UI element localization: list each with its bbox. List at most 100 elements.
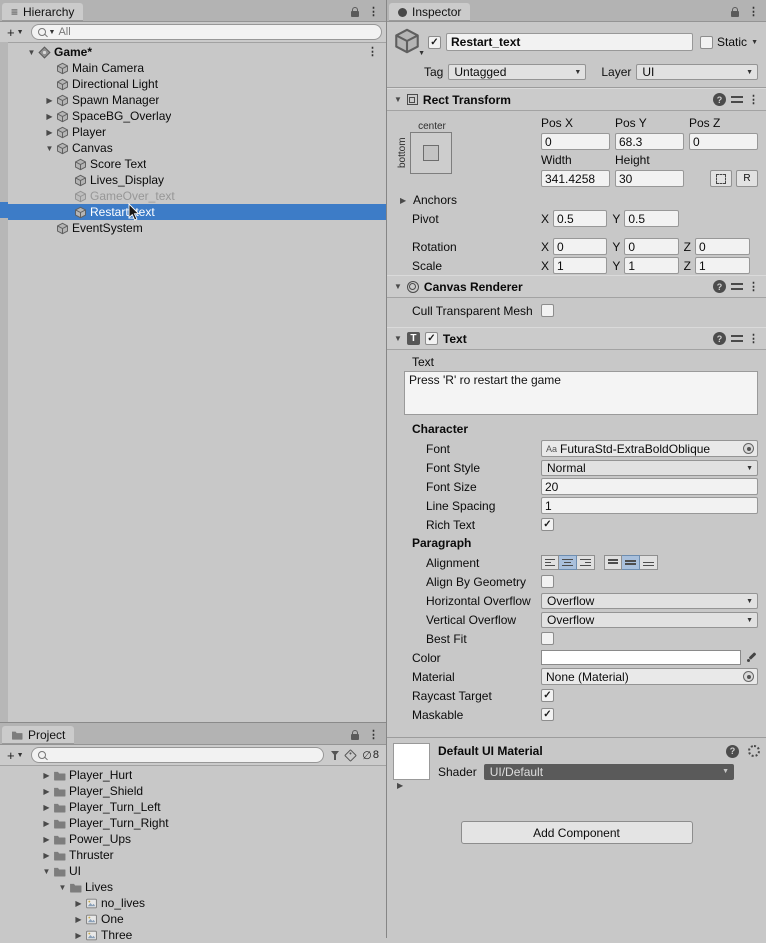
tab-project[interactable]: Project xyxy=(2,726,75,744)
scene-options-icon[interactable]: ⋮ xyxy=(367,47,378,58)
align-by-geometry-checkbox[interactable] xyxy=(541,575,554,588)
static-dropdown[interactable]: Static ▼ xyxy=(698,35,760,49)
hierarchy-item-eventsystem[interactable]: EventSystem xyxy=(8,220,386,236)
hierarchy-item-directional-light[interactable]: Directional Light xyxy=(8,76,386,92)
search-filter-caret-icon[interactable]: ▼ xyxy=(49,29,56,36)
project-item-lives[interactable]: ▼ Lives xyxy=(0,879,386,895)
hidden-count-badge[interactable]: ∅ 8 xyxy=(362,749,379,762)
width-field[interactable]: 341.4258 xyxy=(541,170,610,187)
hierarchy-item-lives-display[interactable]: Lives_Display xyxy=(8,172,386,188)
foldout-closed-icon[interactable]: ▶ xyxy=(40,803,53,812)
foldout-closed-icon[interactable]: ▶ xyxy=(72,915,85,924)
project-item-player-turn-right[interactable]: ▶ Player_Turn_Right xyxy=(0,815,386,831)
align-top-button[interactable] xyxy=(604,555,622,570)
foldout-closed-icon[interactable]: ▶ xyxy=(40,835,53,844)
add-component-button[interactable]: Add Component xyxy=(460,821,693,844)
horizontal-overflow-dropdown[interactable]: Overflow xyxy=(541,592,758,609)
pos-x-field[interactable]: 0 xyxy=(541,133,610,150)
project-item-no-lives[interactable]: ▶ no_lives xyxy=(0,895,386,911)
vertical-overflow-dropdown[interactable]: Overflow xyxy=(541,611,758,628)
project-item-player-shield[interactable]: ▶ Player_Shield xyxy=(0,783,386,799)
hierarchy-item-player[interactable]: ▶ Player xyxy=(8,124,386,140)
lock-icon[interactable] xyxy=(351,730,359,740)
font-style-dropdown[interactable]: Normal xyxy=(541,459,758,476)
rotation-y-field[interactable]: 0 xyxy=(624,238,679,255)
align-right-button[interactable] xyxy=(577,555,595,570)
hierarchy-item-game[interactable]: ▼ Game* ⋮ xyxy=(8,44,386,60)
active-checkbox[interactable] xyxy=(428,35,441,49)
font-object-field[interactable]: Aa FuturaStd-ExtraBoldOblique xyxy=(541,440,758,457)
blueprint-mode-button[interactable] xyxy=(710,170,732,187)
foldout-open-icon[interactable]: ▼ xyxy=(40,867,53,876)
name-input[interactable]: Restart_text xyxy=(446,33,694,51)
font-size-field[interactable]: 20 xyxy=(541,478,758,495)
component-options-icon[interactable]: ⋮ xyxy=(748,333,759,344)
maskable-checkbox[interactable] xyxy=(541,708,554,721)
raw-edit-mode-button[interactable]: R xyxy=(736,170,758,187)
align-middle-button[interactable] xyxy=(622,555,640,570)
help-icon[interactable]: ? xyxy=(726,744,739,758)
align-left-button[interactable] xyxy=(541,555,559,570)
hierarchy-item-spawn-manager[interactable]: ▶ Spawn Manager xyxy=(8,92,386,108)
rect-transform-header[interactable]: ▼ Rect Transform ? ⋮ xyxy=(387,88,766,111)
hierarchy-item-canvas[interactable]: ▼ Canvas xyxy=(8,140,386,156)
material-object-field[interactable]: None (Material) xyxy=(541,668,758,685)
foldout-closed-icon[interactable]: ▶ xyxy=(43,128,56,137)
create-object-button[interactable]: + ▼ xyxy=(4,25,27,40)
rotation-x-field[interactable]: 0 xyxy=(553,238,608,255)
foldout-closed-icon[interactable]: ▶ xyxy=(72,931,85,940)
lock-icon[interactable] xyxy=(731,7,739,17)
hierarchy-item-score-text[interactable]: Score Text xyxy=(8,156,386,172)
foldout-closed-icon[interactable]: ▶ xyxy=(40,787,53,796)
foldout-closed-icon[interactable]: ▶ xyxy=(43,112,56,121)
raycast-target-checkbox[interactable] xyxy=(541,689,554,702)
cull-transparent-mesh-checkbox[interactable] xyxy=(541,304,554,317)
project-item-thruster[interactable]: ▶ Thruster xyxy=(0,847,386,863)
search-by-label-icon[interactable] xyxy=(344,748,358,762)
line-spacing-field[interactable]: 1 xyxy=(541,497,758,514)
foldout-open-icon[interactable]: ▼ xyxy=(394,334,402,343)
project-item-power-ups[interactable]: ▶ Power_Ups xyxy=(0,831,386,847)
help-icon[interactable]: ? xyxy=(713,332,726,345)
height-field[interactable]: 30 xyxy=(615,170,684,187)
create-asset-button[interactable]: + ▼ xyxy=(4,748,27,763)
panel-options-icon[interactable]: ⋮ xyxy=(368,730,379,741)
pivot-y-field[interactable]: 0.5 xyxy=(624,210,679,227)
presets-icon[interactable] xyxy=(731,95,743,104)
foldout-closed-icon[interactable]: ▶ xyxy=(40,819,53,828)
component-enabled-checkbox[interactable] xyxy=(424,332,438,345)
scale-z-field[interactable]: 1 xyxy=(695,257,750,274)
tab-inspector[interactable]: Inspector xyxy=(389,3,471,21)
project-search-input[interactable] xyxy=(30,747,325,763)
object-picker-icon[interactable] xyxy=(743,671,754,682)
tag-dropdown[interactable]: Untagged xyxy=(448,64,587,80)
foldout-open-icon[interactable]: ▼ xyxy=(25,48,38,57)
text-value-textarea[interactable]: Press 'R' ro restart the game xyxy=(404,371,758,415)
project-item-ui[interactable]: ▼ UI xyxy=(0,863,386,879)
text-component-header[interactable]: ▼ Text ? ⋮ xyxy=(387,327,766,350)
align-bottom-button[interactable] xyxy=(640,555,658,570)
panel-options-icon[interactable]: ⋮ xyxy=(748,7,759,18)
project-item-one[interactable]: ▶ One xyxy=(0,911,386,927)
eyedropper-icon[interactable] xyxy=(745,651,758,664)
pos-z-field[interactable]: 0 xyxy=(689,133,758,150)
hierarchy-item-spacebg-overlay[interactable]: ▶ SpaceBG_Overlay xyxy=(8,108,386,124)
material-foldout[interactable]: ▶ xyxy=(393,780,760,791)
component-options-icon[interactable]: ⋮ xyxy=(748,281,759,292)
anchors-foldout[interactable]: ▶ Anchors xyxy=(387,191,758,209)
align-center-button[interactable] xyxy=(559,555,577,570)
hierarchy-item-main-camera[interactable]: Main Camera xyxy=(8,60,386,76)
foldout-open-icon[interactable]: ▼ xyxy=(56,883,69,892)
gameobject-icon-selector[interactable]: ▼ xyxy=(393,27,425,57)
object-picker-icon[interactable] xyxy=(743,443,754,454)
component-options-icon[interactable]: ⋮ xyxy=(748,94,759,105)
hierarchy-item-restart-text[interactable]: Restart_text xyxy=(8,204,386,220)
foldout-open-icon[interactable]: ▼ xyxy=(394,95,402,104)
hierarchy-item-gameover-text[interactable]: GameOver_text xyxy=(8,188,386,204)
help-icon[interactable]: ? xyxy=(713,280,726,293)
foldout-closed-icon[interactable]: ▶ xyxy=(40,851,53,860)
help-icon[interactable]: ? xyxy=(713,93,726,106)
scale-x-field[interactable]: 1 xyxy=(553,257,608,274)
project-item-player-turn-left[interactable]: ▶ Player_Turn_Left xyxy=(0,799,386,815)
tab-hierarchy[interactable]: ≡ Hierarchy xyxy=(2,3,84,21)
